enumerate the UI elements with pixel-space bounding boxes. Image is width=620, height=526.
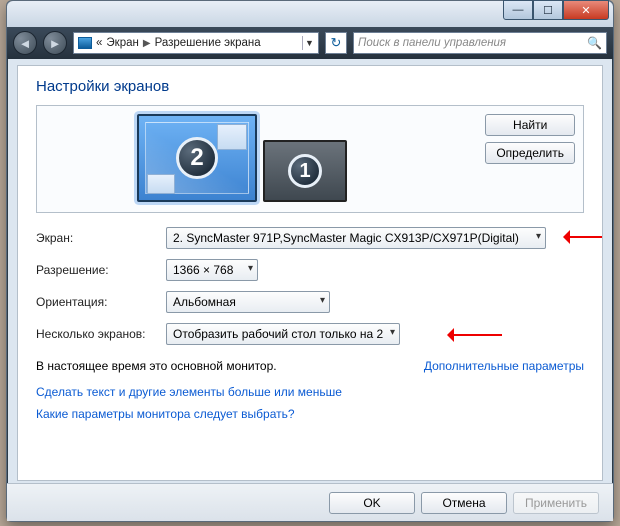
refresh-icon: ↻	[331, 35, 342, 51]
display-label: Экран:	[36, 231, 166, 245]
resolution-select[interactable]: 1366 × 768	[166, 259, 258, 281]
annotation-arrow-icon	[556, 232, 603, 242]
window-icon	[147, 174, 175, 194]
orientation-select[interactable]: Альбомная	[166, 291, 330, 313]
resolution-label: Разрешение:	[36, 263, 166, 277]
monitor-2[interactable]: 2	[137, 114, 257, 202]
page-title: Настройки экранов	[36, 78, 584, 95]
ok-button[interactable]: OK	[329, 492, 415, 514]
apply-button[interactable]: Применить	[513, 492, 599, 514]
maximize-button[interactable]: ☐	[533, 0, 563, 20]
forward-button[interactable]: ►	[43, 31, 67, 55]
multi-display-select[interactable]: Отобразить рабочий стол только на 2	[166, 323, 400, 345]
monitor-number: 1	[288, 154, 322, 188]
orientation-label: Ориентация:	[36, 295, 166, 309]
monitor-preview: 2 1 Найти Определить	[36, 105, 584, 213]
detect-button[interactable]: Найти	[485, 114, 575, 136]
close-button[interactable]: ✕	[563, 0, 609, 20]
content-pane: Настройки экранов 2 1 Найти Определить Э…	[17, 65, 603, 481]
breadcrumb-segment[interactable]: Разрешение экрана	[155, 37, 261, 49]
search-input[interactable]: Поиск в панели управления 🔍	[353, 32, 607, 54]
chevron-right-icon: ▶	[143, 38, 151, 49]
titlebar: — ☐ ✕	[7, 1, 613, 27]
dialog-footer: OK Отмена Применить	[7, 483, 613, 521]
breadcrumb[interactable]: « Экран ▶ Разрешение экрана ▼	[73, 32, 319, 54]
window-icon	[217, 124, 247, 150]
search-icon: 🔍	[587, 36, 602, 50]
cancel-button[interactable]: Отмена	[421, 492, 507, 514]
control-panel-icon	[78, 37, 92, 49]
breadcrumb-root[interactable]: «	[96, 37, 102, 49]
breadcrumb-segment[interactable]: Экран	[106, 37, 138, 49]
advanced-settings-link[interactable]: Дополнительные параметры	[424, 359, 584, 373]
annotation-arrow-icon	[440, 330, 502, 340]
monitor-number: 2	[176, 137, 218, 179]
back-button[interactable]: ◄	[13, 31, 37, 55]
search-placeholder: Поиск в панели управления	[358, 37, 506, 49]
settings-form: Экран: 2. SyncMaster 971P,SyncMaster Mag…	[36, 227, 584, 345]
text-size-link[interactable]: Сделать текст и другие элементы больше и…	[36, 385, 584, 399]
address-bar: ◄ ► « Экран ▶ Разрешение экрана ▼ ↻ Поис…	[7, 27, 613, 59]
window: — ☐ ✕ ◄ ► « Экран ▶ Разрешение экрана ▼ …	[6, 0, 614, 522]
multi-display-label: Несколько экранов:	[36, 327, 166, 341]
monitor-help-link[interactable]: Какие параметры монитора следует выбрать…	[36, 407, 584, 421]
monitor-1[interactable]: 1	[263, 140, 347, 202]
display-select[interactable]: 2. SyncMaster 971P,SyncMaster Magic CX91…	[166, 227, 546, 249]
identify-button[interactable]: Определить	[485, 142, 575, 164]
refresh-button[interactable]: ↻	[325, 32, 347, 54]
minimize-button[interactable]: —	[503, 0, 533, 20]
breadcrumb-dropdown[interactable]: ▼	[302, 36, 316, 50]
primary-monitor-status: В настоящее время это основной монитор.	[36, 359, 277, 373]
